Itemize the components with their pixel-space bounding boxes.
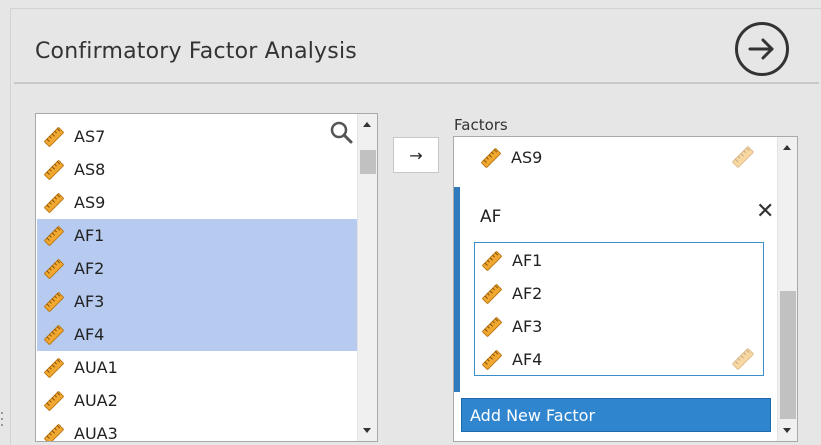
- factors-label: Factors: [454, 116, 508, 134]
- page-title: Confirmatory Factor Analysis: [35, 39, 357, 64]
- move-to-factor-button[interactable]: →: [393, 137, 439, 173]
- variable-list-scrollbar[interactable]: [357, 114, 377, 441]
- scroll-thumb[interactable]: [360, 150, 376, 174]
- list-item-selected[interactable]: AF2: [37, 252, 357, 285]
- variable-list[interactable]: AS7 AS8 AS9 AF1 AF2 AF3 AF4 AUA1 AUA2 AU…: [35, 113, 378, 442]
- variable-label: AF3: [512, 317, 543, 336]
- ruler-icon: [481, 283, 503, 305]
- ruler-icon: [43, 192, 65, 214]
- ruler-icon: [43, 258, 65, 280]
- ruler-icon: [43, 324, 65, 346]
- variable-label: AF2: [74, 259, 105, 278]
- arrow-circle-right-icon: [748, 38, 774, 60]
- factor-block: AF ✕ AF1 AF2 AF3 AF4: [454, 187, 778, 392]
- ruler-icon: [43, 390, 65, 412]
- close-icon[interactable]: ✕: [756, 199, 774, 224]
- variable-label: AUA1: [74, 358, 118, 377]
- ruler-icon: [43, 357, 65, 379]
- list-item-selected[interactable]: AF1: [37, 219, 357, 252]
- factor-name[interactable]: AF: [480, 207, 501, 227]
- variable-label: AF2: [512, 284, 543, 303]
- variable-label: AF4: [512, 350, 543, 369]
- list-item[interactable]: AF1: [479, 244, 542, 277]
- list-item[interactable]: AS7: [37, 120, 357, 153]
- ruler-icon: [481, 316, 503, 338]
- list-item[interactable]: AS8: [37, 153, 357, 186]
- scroll-thumb[interactable]: [780, 291, 796, 419]
- variable-label: AS9: [74, 193, 106, 212]
- ruler-icon: [43, 159, 65, 181]
- variable-label: AUA3: [74, 424, 118, 442]
- variable-label: AS8: [74, 160, 106, 179]
- scroll-down-icon[interactable]: [783, 428, 791, 433]
- variable-label: AF3: [74, 292, 105, 311]
- factor-variable-list[interactable]: AF1 AF2 AF3 AF4: [474, 242, 764, 376]
- list-item[interactable]: AF4: [479, 343, 542, 376]
- list-item[interactable]: AF3: [479, 310, 542, 343]
- header-divider: [14, 82, 819, 84]
- run-analysis-button[interactable]: [735, 22, 789, 76]
- ruler-icon: [43, 423, 65, 443]
- variable-label: AF1: [74, 226, 105, 245]
- ruler-icon: [731, 145, 755, 169]
- ruler-icon: [481, 349, 503, 371]
- resize-grip[interactable]: [0, 410, 4, 430]
- list-item[interactable]: AS9: [37, 186, 357, 219]
- scroll-up-icon[interactable]: [363, 122, 371, 127]
- variable-label: AF4: [74, 325, 105, 344]
- ruler-icon: [731, 347, 755, 371]
- ruler-icon: [43, 225, 65, 247]
- list-item[interactable]: AUA3: [37, 417, 357, 443]
- add-new-factor-button[interactable]: Add New Factor: [461, 398, 771, 432]
- scroll-down-icon[interactable]: [363, 428, 371, 433]
- list-item-selected[interactable]: AF3: [37, 285, 357, 318]
- variable-label: AS7: [74, 127, 106, 146]
- variable-label: AS9: [511, 148, 543, 167]
- list-item[interactable]: AUA2: [37, 384, 357, 417]
- ruler-icon: [43, 126, 65, 148]
- list-item[interactable]: AUA1: [37, 351, 357, 384]
- list-item[interactable]: AF2: [479, 277, 542, 310]
- ruler-icon: [481, 250, 503, 272]
- search-icon[interactable]: [329, 120, 353, 144]
- factors-scrollbar[interactable]: [777, 137, 797, 441]
- ruler-icon: [480, 147, 502, 169]
- factors-list[interactable]: AS9 AF ✕ AF1 AF2 AF3 AF4 Add New Factor: [453, 136, 798, 442]
- variable-label: AF1: [512, 251, 543, 270]
- scroll-up-icon[interactable]: [783, 145, 791, 150]
- list-item-selected[interactable]: AF4: [37, 318, 357, 351]
- variable-label: AUA2: [74, 391, 118, 410]
- factor-variable-item[interactable]: AS9: [480, 141, 542, 174]
- ruler-icon: [43, 291, 65, 313]
